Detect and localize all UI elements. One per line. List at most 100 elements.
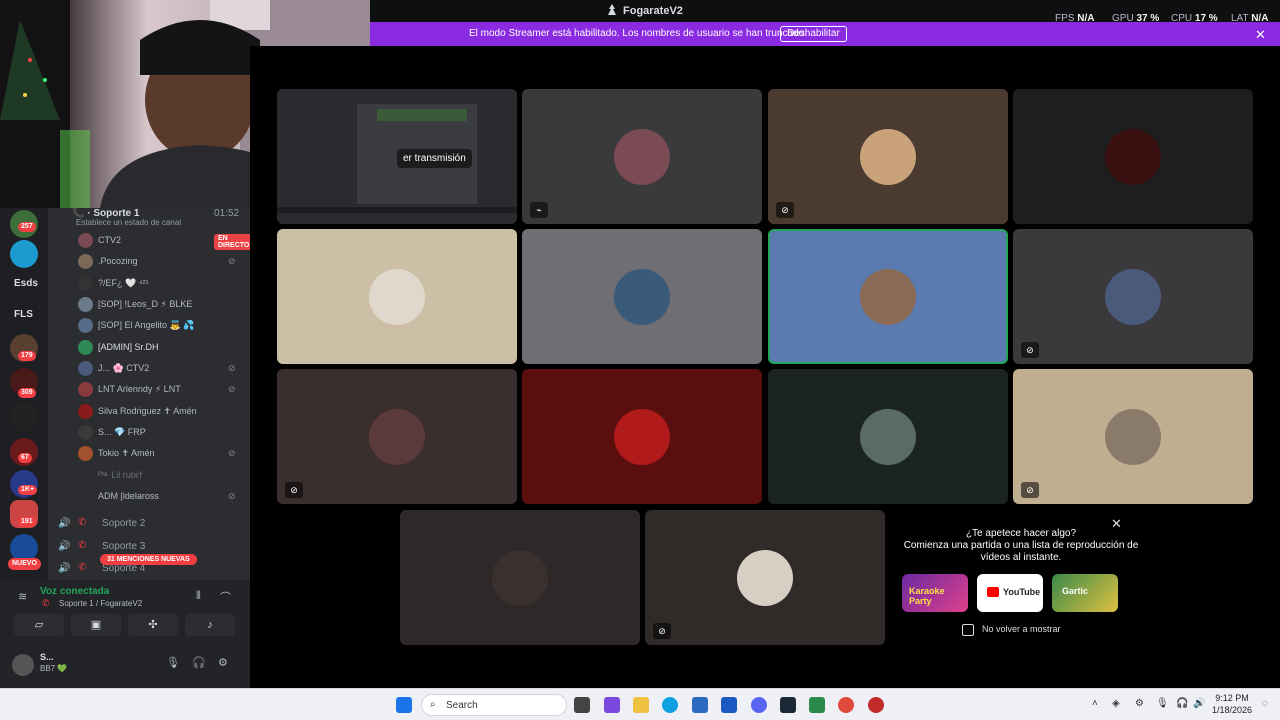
soundboard-button[interactable]: ♪	[185, 614, 235, 636]
voice-member[interactable]: CTV2 EN DIRECTO	[78, 232, 250, 250]
stream-preview-tile[interactable]: er transmisión	[277, 89, 517, 224]
store-icon[interactable]	[692, 697, 708, 713]
participant-tile[interactable]	[277, 229, 517, 364]
share-screen-button[interactable]: ▣	[71, 614, 121, 636]
headset-icon[interactable]: 🎧	[1176, 698, 1188, 709]
microphone-icon[interactable]: 🎙	[1156, 698, 1169, 709]
server-icon[interactable]	[10, 404, 38, 432]
avatar	[492, 550, 548, 606]
voice-connected-subtitle[interactable]: Soporte 1 / FogarateV2	[59, 599, 142, 608]
camera-button[interactable]: ▱	[14, 614, 64, 636]
participant-tile-speaking[interactable]	[768, 229, 1008, 364]
new-badge: NUEVO	[8, 558, 41, 570]
start-icon[interactable]	[396, 697, 412, 713]
member-name: ADM |ldelaross	[98, 491, 159, 501]
phone-icon: ✆	[42, 598, 50, 608]
dont-show-again-checkbox[interactable]	[962, 624, 974, 636]
avatar	[369, 409, 425, 465]
voice-member[interactable]: [ADMIN] Sr.DH	[78, 339, 243, 357]
taskbar-search[interactable]: ⌕ Search	[421, 694, 567, 716]
muted-icon: ⊘	[228, 256, 236, 266]
disconnect-icon[interactable]: ⌒	[220, 589, 231, 605]
speaker-icon: 🔊	[58, 541, 71, 552]
phone-icon: ✆	[78, 562, 87, 573]
member-name: ᴾᴺᴸ Lil rubi†	[98, 470, 143, 480]
discord-icon[interactable]	[751, 697, 767, 713]
participant-tile[interactable]: ⊘	[645, 510, 885, 645]
youtube-card[interactable]: YouTube	[977, 574, 1043, 612]
voice-member[interactable]: ADM |ldelaross ⊘	[78, 488, 243, 506]
app-icon[interactable]	[604, 697, 620, 713]
clock-date[interactable]: 1/18/2026	[1210, 705, 1254, 715]
voice-member[interactable]: J... 🌸 CTV2 ⊘	[78, 360, 243, 378]
phone-icon: ✆	[78, 517, 87, 528]
avatar	[78, 425, 93, 440]
voice-member[interactable]: [SOP] !Leos_D ⚡ BLKE	[78, 296, 243, 314]
speaker-icon: 🔊	[58, 518, 71, 529]
participant-tile[interactable]: ⊘	[768, 89, 1008, 224]
voice-member[interactable]: LNT Arlenndy ⚡ LNT ⊘	[78, 381, 243, 399]
avatar	[78, 446, 93, 461]
server-label[interactable]: FLS	[14, 309, 33, 320]
volume-icon[interactable]: 🔊	[1193, 698, 1205, 709]
avatar	[78, 297, 93, 312]
clock-time[interactable]: 9:12 PM	[1212, 693, 1252, 703]
participant-tile[interactable]	[522, 229, 762, 364]
participant-tile[interactable]: ⌁	[522, 89, 762, 224]
voice-member[interactable]: Tokio ✝ Amén ⊘	[78, 445, 243, 463]
server-label[interactable]: Esds	[14, 278, 38, 289]
participant-tile[interactable]	[400, 510, 640, 645]
watch-stream-label[interactable]: er transmisión	[397, 149, 472, 168]
server-icon[interactable]	[10, 240, 38, 268]
voice-member[interactable]: .Pocozing ⊘	[78, 253, 243, 271]
settings-gear-icon[interactable]: ⚙	[218, 656, 228, 669]
dont-show-again-label[interactable]: No volver a mostrar	[982, 624, 1061, 634]
xbox-icon[interactable]	[809, 697, 825, 713]
banner-text: El modo Streamer está habilitado. Los no…	[469, 28, 807, 39]
headphones-icon[interactable]: 🎧	[192, 656, 206, 669]
steam-icon[interactable]	[780, 697, 796, 713]
signal-icon[interactable]: ≋	[18, 590, 27, 603]
participant-tile[interactable]	[768, 369, 1008, 504]
avatar[interactable]	[12, 654, 34, 676]
karaoke-party-card[interactable]: Karaoke Party	[902, 574, 968, 612]
app-icon[interactable]	[868, 697, 884, 713]
new-mentions-badge[interactable]: 31 MENCIONES NUEVAS	[100, 554, 197, 565]
chevron-up-icon[interactable]: ˄	[1092, 698, 1098, 709]
participant-tile[interactable]: ⊘	[1013, 369, 1253, 504]
notifications-icon[interactable]: ◌	[1262, 698, 1268, 709]
close-icon[interactable]: ✕	[1255, 27, 1266, 43]
edge-icon[interactable]	[662, 697, 678, 713]
app-title-text: FogarateV2	[623, 5, 683, 17]
tray-icon[interactable]: ⚙	[1135, 698, 1144, 709]
card-label: YouTube	[1003, 587, 1041, 597]
participant-tile[interactable]	[1013, 89, 1253, 224]
participant-tile[interactable]	[522, 369, 762, 504]
screen-share-icon: ▣	[90, 619, 102, 631]
voice-connected-title[interactable]: Voz conectada	[40, 586, 109, 597]
outlook-icon[interactable]	[721, 697, 737, 713]
participant-tile[interactable]: ⊘	[277, 369, 517, 504]
voice-member[interactable]: Silva Rodriguez ✝ Amén	[78, 403, 243, 421]
voice-member[interactable]: [SOP] El Angelito 👼 💦	[78, 317, 243, 335]
gartic-card[interactable]: Gartic	[1052, 574, 1118, 612]
channel-timer: 01:52	[214, 208, 240, 219]
member-name: S... 💎 FRP	[98, 427, 146, 437]
chrome-icon[interactable]	[838, 697, 854, 713]
voice-channel-soporte-2[interactable]: 🔊 ✆ Soporte 2	[58, 515, 243, 533]
voice-member[interactable]: ?/EF¿ 🤍 ⁴²¹	[78, 275, 243, 293]
disable-streamer-button[interactable]: Deshabilitar	[780, 26, 847, 42]
participant-tile[interactable]: ⊘	[1013, 229, 1253, 364]
microphone-icon[interactable]: 🎙	[166, 656, 180, 669]
file-explorer-icon[interactable]	[633, 697, 649, 713]
member-name: ?/EF¿ 🤍 ⁴²¹	[98, 278, 149, 288]
tray-icon[interactable]: ◈	[1112, 698, 1120, 709]
voice-member[interactable]: S... 💎 FRP	[78, 424, 243, 442]
voice-member[interactable]: ᴾᴺᴸ Lil rubi†	[78, 467, 243, 485]
channel-status-hint[interactable]: Establece un estado de canal	[76, 218, 181, 227]
noise-suppression-icon[interactable]: ⦀	[196, 590, 201, 603]
card-label: Karaoke Party	[909, 586, 945, 606]
activities-button[interactable]: ✣	[128, 614, 178, 636]
task-view-icon[interactable]	[574, 697, 590, 713]
channel-name: Soporte 3	[102, 541, 146, 552]
